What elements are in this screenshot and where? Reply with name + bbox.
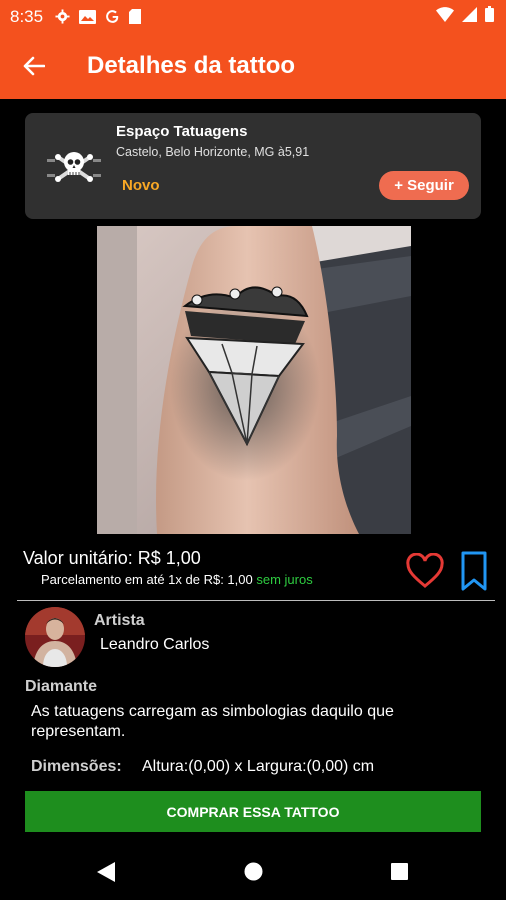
shop-card[interactable]: Espaço Tatuagens Castelo, Belo Horizonte… xyxy=(25,113,481,219)
unit-price: Valor unitário: R$ 1,00 xyxy=(23,548,201,568)
bookmark-icon[interactable] xyxy=(458,550,490,592)
sd-card-icon xyxy=(129,9,142,24)
battery-icon xyxy=(485,6,494,22)
nav-home-icon[interactable] xyxy=(244,862,263,881)
gallery-icon xyxy=(79,9,97,24)
status-time: 8:35 xyxy=(10,6,44,26)
system-nav-bar xyxy=(0,843,506,900)
wifi-icon xyxy=(436,6,454,22)
installments-text: Parcelamento em até 1x de R$: 1,00 xyxy=(41,572,253,587)
dimensions-value: Altura:(0,00) x Largura:(0,00) cm xyxy=(142,758,375,775)
follow-button[interactable]: + Seguir xyxy=(379,171,469,200)
tattoo-description: As tatuagens carregam as simbologias daq… xyxy=(31,703,394,740)
divider xyxy=(17,600,495,601)
interest-free-note: sem juros xyxy=(256,572,313,587)
artist-name[interactable]: Leandro Carlos xyxy=(100,636,209,654)
app-bar: Detalhes da tattoo xyxy=(0,33,506,99)
shop-logo xyxy=(47,152,101,182)
arrow-back-icon xyxy=(23,56,45,76)
page-title: Detalhes da tattoo xyxy=(87,52,296,79)
nav-recents-icon[interactable] xyxy=(391,863,408,880)
google-icon xyxy=(106,10,119,23)
shop-location: Castelo, Belo Horizonte, MG à5,91 xyxy=(116,145,310,159)
shop-name: Espaço Tatuagens xyxy=(116,123,248,140)
tattoo-name: Diamante xyxy=(25,678,98,695)
signal-icon xyxy=(462,6,477,22)
nav-back-icon[interactable] xyxy=(97,862,115,882)
dimensions-label: Dimensões: xyxy=(31,758,122,775)
buy-tattoo-button[interactable]: COMPRAR ESSA TATTOO xyxy=(25,791,481,832)
settings-icon xyxy=(55,9,70,24)
new-badge: Novo xyxy=(122,177,160,194)
status-bar: 8:35 xyxy=(0,0,506,33)
artist-avatar[interactable] xyxy=(25,607,85,667)
installments-info: Parcelamento em até 1x de R$: 1,00 sem j… xyxy=(41,572,313,587)
back-button[interactable] xyxy=(14,46,54,86)
heart-icon[interactable] xyxy=(406,553,444,591)
tattoo-photo[interactable] xyxy=(97,226,411,534)
artist-heading: Artista xyxy=(94,612,145,629)
